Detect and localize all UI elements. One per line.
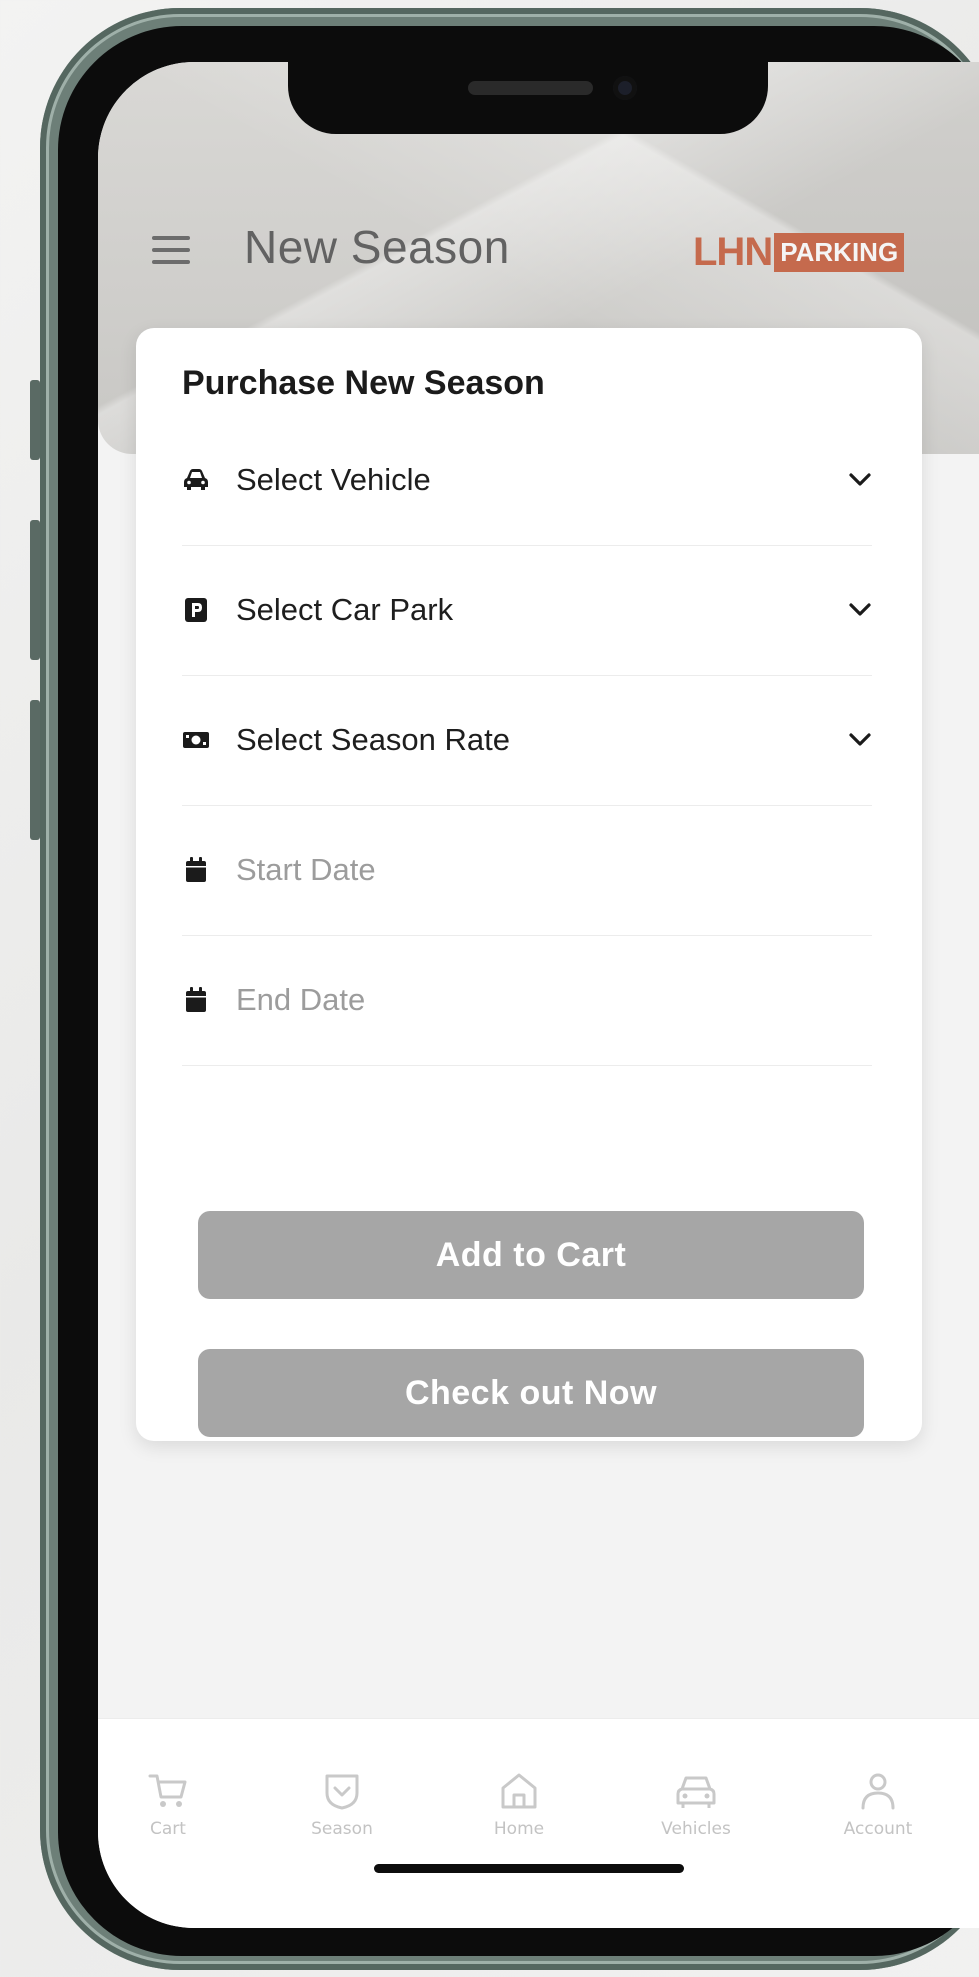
car-icon (184, 469, 208, 490)
nav-item-account[interactable]: Account (818, 1771, 938, 1839)
bottom-navigation: Cart Season Home Vehicles Account (98, 1718, 979, 1928)
logo-sub-text: PARKING (774, 232, 905, 272)
nav-label-account: Account (843, 1819, 913, 1839)
chevron-down-icon (849, 473, 871, 486)
nav-label-home: Home (493, 1819, 545, 1839)
start-date-field[interactable]: Start Date (182, 805, 872, 936)
app-screen: New Season LHN PARKING Purchase New Seas… (98, 62, 979, 1928)
calendar-icon (186, 987, 206, 1012)
nav-item-season[interactable]: Season (282, 1771, 402, 1839)
mute-switch (30, 380, 40, 460)
chevron-down-icon (849, 733, 871, 746)
home-icon (501, 1773, 537, 1809)
cart-icon (148, 1774, 187, 1807)
money-icon (183, 732, 209, 748)
calendar-icon (186, 857, 206, 882)
front-camera (613, 76, 637, 100)
card-title: Purchase New Season (182, 364, 545, 402)
vehicle-icon (676, 1776, 716, 1808)
nav-label-vehicles: Vehicles (661, 1819, 731, 1839)
nav-label-cart: Cart (150, 1819, 186, 1839)
add-to-cart-button[interactable]: Add to Cart (198, 1211, 864, 1299)
select-vehicle-label: Select Vehicle (236, 462, 431, 497)
select-season-rate-label: Select Season Rate (236, 722, 511, 757)
account-icon (861, 1773, 895, 1810)
purchase-season-card: Purchase New Season Select Vehicle Selec… (136, 328, 922, 1441)
volume-up-button (30, 520, 40, 660)
earpiece-speaker (468, 81, 593, 95)
lhn-parking-logo: LHN PARKING (693, 229, 905, 274)
chevron-down-icon (849, 603, 871, 616)
nav-item-home[interactable]: Home (459, 1771, 579, 1839)
select-vehicle-dropdown[interactable]: Select Vehicle (182, 415, 872, 546)
logo-brand-text: LHN (693, 229, 773, 274)
volume-down-button (30, 700, 40, 840)
start-date-placeholder: Start Date (236, 852, 376, 887)
select-season-rate-dropdown[interactable]: Select Season Rate (182, 675, 872, 806)
home-indicator[interactable] (374, 1864, 684, 1873)
page-title: New Season (244, 221, 510, 273)
end-date-placeholder: End Date (236, 982, 366, 1017)
phone-notch (288, 62, 768, 134)
parking-icon (185, 598, 207, 622)
select-car-park-dropdown[interactable]: Select Car Park (182, 545, 872, 676)
end-date-field[interactable]: End Date (182, 935, 872, 1066)
select-car-park-label: Select Car Park (236, 592, 454, 627)
nav-label-season: Season (311, 1819, 373, 1839)
checkout-now-button[interactable]: Check out Now (198, 1349, 864, 1437)
nav-item-cart[interactable]: Cart (108, 1771, 228, 1839)
nav-item-vehicles[interactable]: Vehicles (636, 1771, 756, 1839)
hamburger-menu-icon[interactable] (152, 236, 190, 264)
season-icon (325, 1774, 359, 1810)
